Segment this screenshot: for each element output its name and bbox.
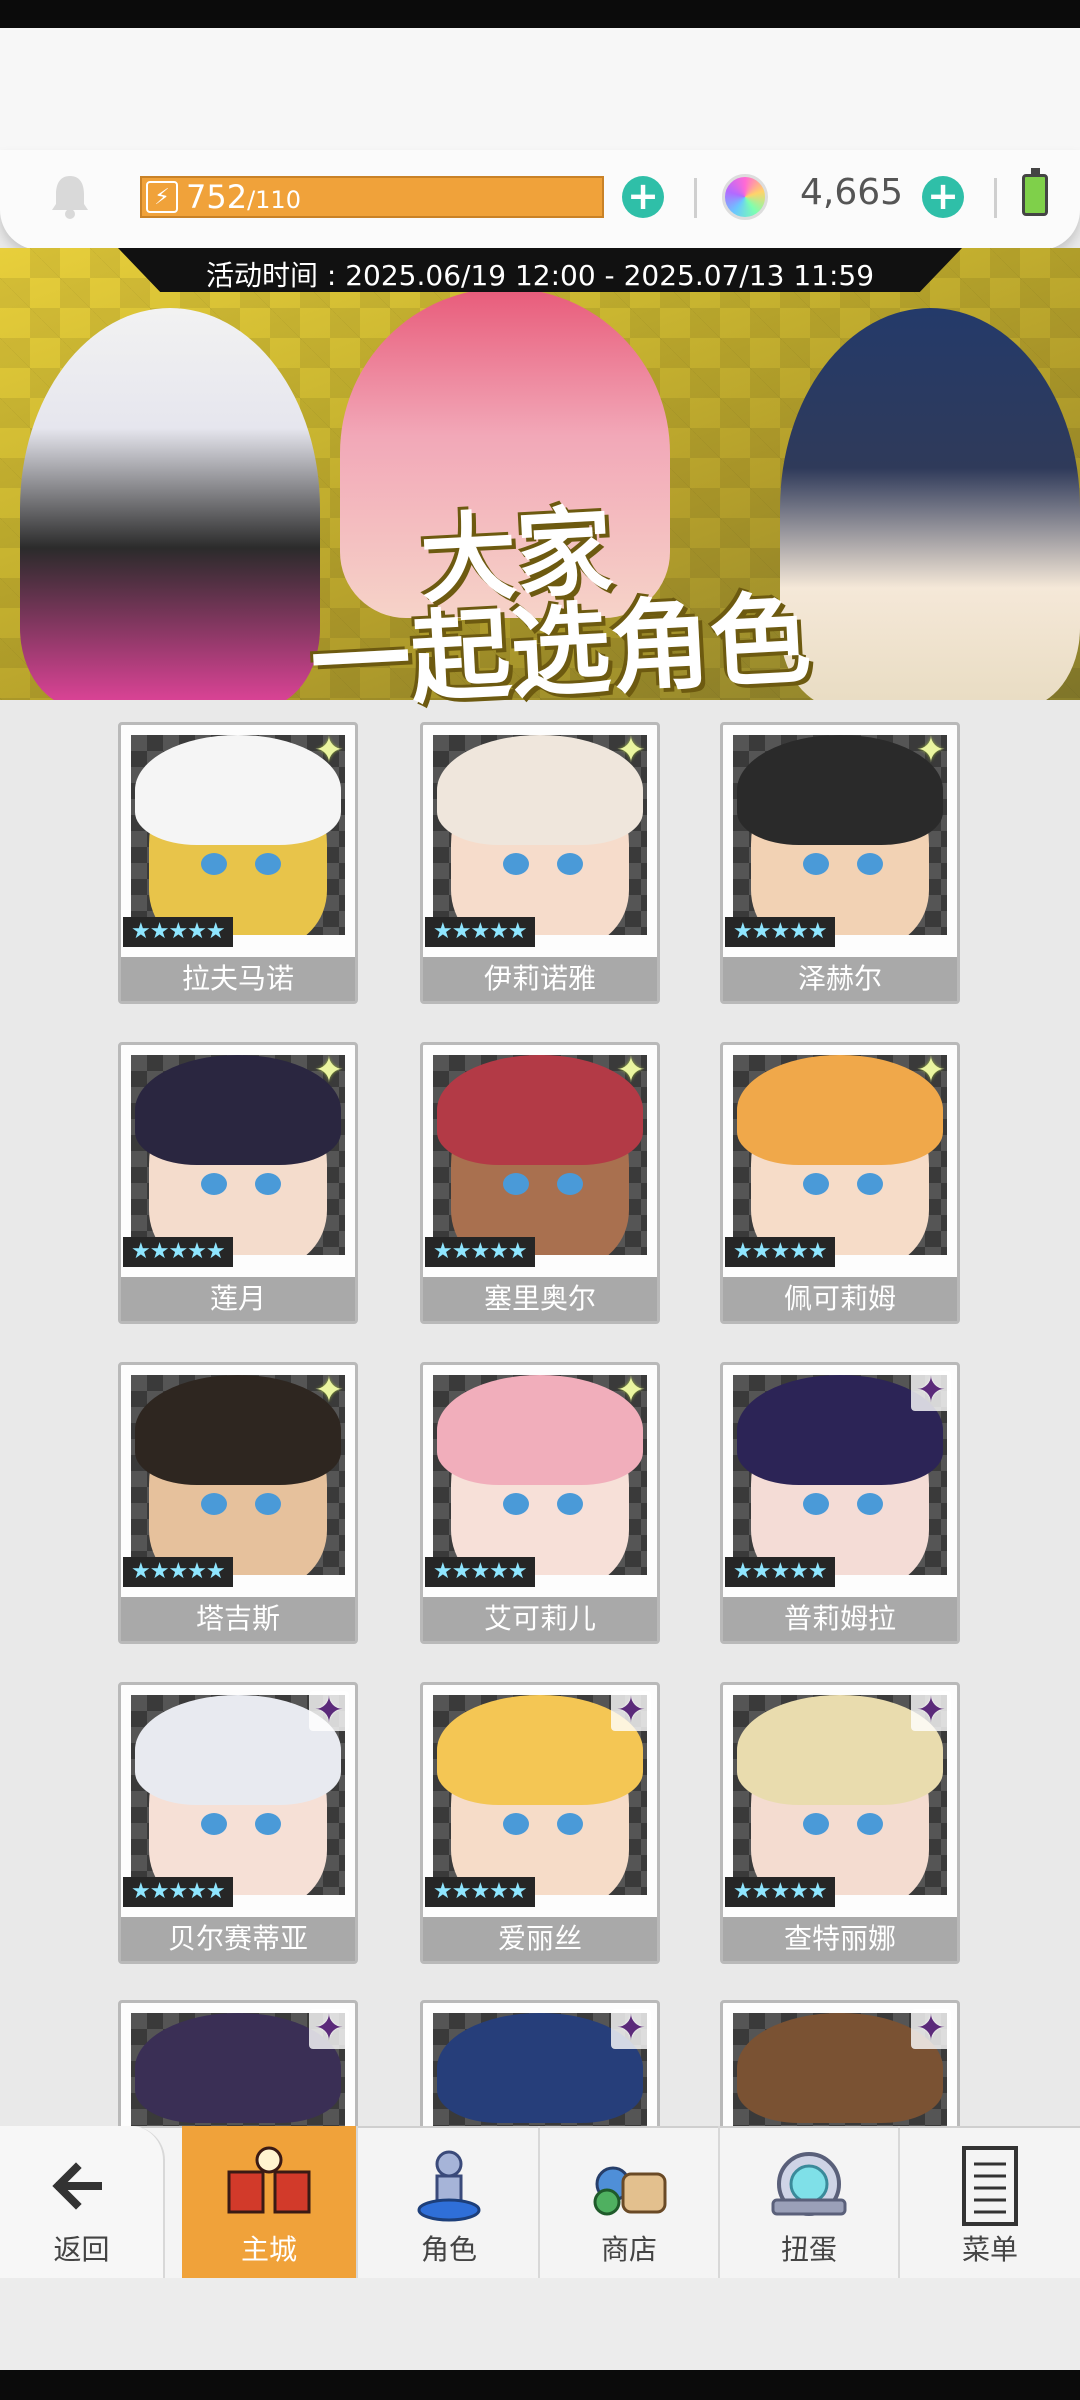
light-element-icon: ✦ xyxy=(915,730,947,771)
character-card[interactable]: ✦ ★★★★★ 艾可莉儿 xyxy=(420,1362,660,1644)
top-blank-area xyxy=(0,28,1080,168)
rarity-stars: ★★★★★ xyxy=(425,1237,535,1267)
nav-home[interactable]: 主城 xyxy=(182,2126,358,2278)
character-name: 塞里奥尔 xyxy=(423,1277,657,1321)
character-name: 泽赫尔 xyxy=(723,957,957,1001)
light-element-icon: ✦ xyxy=(915,1050,947,1091)
dark-element-icon: ✦ xyxy=(309,2009,349,2049)
character-card-partial[interactable]: ✦ xyxy=(118,2000,358,2140)
character-name: 拉夫马诺 xyxy=(121,957,355,1001)
rarity-stars: ★★★★★ xyxy=(123,1557,233,1587)
light-element-icon: ✦ xyxy=(615,1370,647,1411)
rarity-stars: ★★★★★ xyxy=(123,1877,233,1907)
light-element-icon: ✦ xyxy=(313,1370,345,1411)
character-card[interactable]: ✦ ★★★★★ 莲月 xyxy=(118,1042,358,1324)
event-time: 活动时间 : 2025.06/19 12:00 - 2025.07/13 11:… xyxy=(205,259,875,292)
rarity-stars: ★★★★★ xyxy=(123,1237,233,1267)
dark-element-icon: ✦ xyxy=(611,2009,651,2049)
dark-element-icon: ✦ xyxy=(911,1691,951,1731)
dark-element-icon: ✦ xyxy=(309,1691,349,1731)
back-arrow-icon xyxy=(51,2162,102,2210)
divider xyxy=(994,178,997,218)
character-card-partial[interactable]: ✦ xyxy=(420,2000,660,2140)
nav-characters-label: 角色 xyxy=(420,2233,477,2266)
nav-gacha-label: 扭蛋 xyxy=(780,2233,837,2266)
character-card[interactable]: ✦ ★★★★★ 贝尔赛蒂亚 xyxy=(118,1682,358,1964)
system-navigation-bar xyxy=(0,2370,1080,2400)
menu-list-icon xyxy=(962,2146,1018,2226)
character-name: 爱丽丝 xyxy=(423,1917,657,1961)
light-element-icon: ✦ xyxy=(615,730,647,771)
rarity-stars: ★★★★★ xyxy=(425,1557,535,1587)
rarity-stars: ★★★★★ xyxy=(425,1877,535,1907)
system-status-bar xyxy=(0,0,1080,28)
dark-element-icon: ✦ xyxy=(911,2009,951,2049)
character-name: 查特丽娜 xyxy=(723,1917,957,1961)
rarity-stars: ★★★★★ xyxy=(725,917,835,947)
banner-title-line2: 一起选角色 xyxy=(307,579,814,723)
bell-icon[interactable] xyxy=(48,172,92,220)
character-name: 普莉姆拉 xyxy=(723,1597,957,1641)
stamina-current: 752 xyxy=(186,178,248,216)
nav-characters[interactable]: 角色 xyxy=(360,2126,540,2278)
character-name: 伊莉诺雅 xyxy=(423,957,657,1001)
character-card[interactable]: ✦ ★★★★★ 爱丽丝 xyxy=(420,1682,660,1964)
dark-element-icon: ✦ xyxy=(611,1691,651,1731)
rarity-stars: ★★★★★ xyxy=(123,917,233,947)
character-card[interactable]: ✦ ★★★★★ 塞里奥尔 xyxy=(420,1042,660,1324)
banner-character-left xyxy=(20,308,320,700)
character-card[interactable]: ✦ ★★★★★ 塔吉斯 xyxy=(118,1362,358,1644)
home-castle-icon xyxy=(227,2146,311,2214)
character-name: 塔吉斯 xyxy=(121,1597,355,1641)
nav-home-label: 主城 xyxy=(240,2233,297,2266)
character-name: 佩可莉姆 xyxy=(723,1277,957,1321)
nav-shop-label: 商店 xyxy=(600,2233,657,2266)
light-element-icon: ✦ xyxy=(615,1050,647,1091)
rarity-stars: ★★★★★ xyxy=(425,917,535,947)
character-name: 贝尔赛蒂亚 xyxy=(121,1917,355,1961)
add-stamina-button[interactable]: + xyxy=(622,176,664,218)
nav-gacha[interactable]: 扭蛋 xyxy=(720,2126,900,2278)
character-card[interactable]: ✦ ★★★★★ 普莉姆拉 xyxy=(720,1362,960,1644)
rarity-stars: ★★★★★ xyxy=(725,1237,835,1267)
character-card[interactable]: ✦ ★★★★★ 伊莉诺雅 xyxy=(420,722,660,1004)
divider xyxy=(694,178,697,218)
lightning-icon: ⚡ xyxy=(146,181,178,213)
nav-back[interactable]: 返回 xyxy=(0,2126,165,2278)
nav-back-label: 返回 xyxy=(53,2233,110,2266)
battery-icon xyxy=(1022,168,1048,216)
rarity-stars: ★★★★★ xyxy=(725,1557,835,1587)
banner-character-right xyxy=(780,308,1080,700)
light-element-icon: ✦ xyxy=(313,1050,345,1091)
gem-icon xyxy=(722,174,768,220)
event-time-strip: 活动时间 : 2025.06/19 12:00 - 2025.07/13 11:… xyxy=(118,248,962,292)
stamina-max: /110 xyxy=(247,186,301,214)
stamina-bar: ⚡ 752 /110 xyxy=(140,176,604,218)
nav-footer-area xyxy=(0,2278,1080,2370)
add-gem-button[interactable]: + xyxy=(922,176,964,218)
nav-menu-label: 菜单 xyxy=(961,2233,1018,2266)
character-card[interactable]: ✦ ★★★★★ 泽赫尔 xyxy=(720,722,960,1004)
light-element-icon: ✦ xyxy=(313,730,345,771)
nav-menu[interactable]: 菜单 xyxy=(900,2126,1080,2278)
gem-count: 4,665 xyxy=(800,172,904,213)
character-card[interactable]: ✦ ★★★★★ 查特丽娜 xyxy=(720,1682,960,1964)
character-card[interactable]: ✦ ★★★★★ 拉夫马诺 xyxy=(118,722,358,1004)
nav-shop[interactable]: 商店 xyxy=(540,2126,720,2278)
shop-bag-icon xyxy=(593,2166,667,2216)
character-name: 艾可莉儿 xyxy=(423,1597,657,1641)
character-card[interactable]: ✦ ★★★★★ 佩可莉姆 xyxy=(720,1042,960,1324)
character-statue-icon xyxy=(417,2150,481,2222)
character-card-partial[interactable]: ✦ xyxy=(720,2000,960,2140)
character-name: 莲月 xyxy=(121,1277,355,1321)
rarity-stars: ★★★★★ xyxy=(725,1877,835,1907)
dark-element-icon: ✦ xyxy=(911,1371,951,1411)
gacha-machine-icon xyxy=(771,2152,847,2216)
